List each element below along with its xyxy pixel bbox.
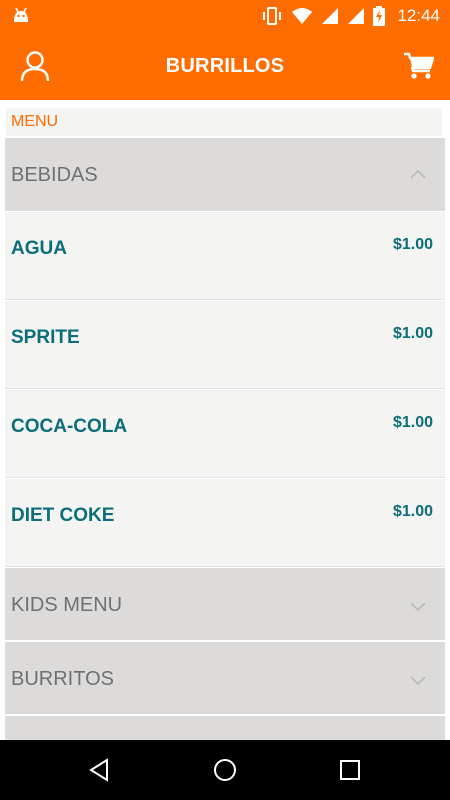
category-title: BEBIDAS (11, 164, 98, 186)
item-name: SPRITE (11, 327, 80, 348)
category-burritos[interactable]: BURRITOS (5, 642, 445, 714)
wifi-icon (292, 8, 313, 24)
item-name: DIET COKE (11, 505, 115, 526)
category-next[interactable] (5, 716, 445, 740)
chevron-up-icon[interactable] (409, 168, 427, 180)
category-bebidas[interactable]: BEBIDAS (5, 138, 445, 211)
android-icon (14, 7, 28, 22)
navigation-bar (0, 740, 450, 800)
item-price: $1.00 (392, 414, 433, 431)
status-clock: 12:44 (397, 6, 440, 25)
category-title: KIDS MENU (11, 594, 123, 616)
cart-icon[interactable] (404, 52, 434, 80)
item-price: $1.00 (392, 236, 433, 253)
menu-item-coca-cola[interactable]: COCA-COLA $1.00 (5, 390, 445, 478)
signal-icon (322, 8, 339, 24)
menu-content[interactable]: MENU BEBIDAS AGUA $1.00 SPRITE $1.00 COC… (0, 100, 450, 740)
category-title: BURRITOS (11, 668, 114, 690)
recents-icon[interactable] (337, 757, 363, 783)
item-name: COCA-COLA (11, 416, 128, 437)
vibrate-icon (263, 7, 282, 25)
menu-item-agua[interactable]: AGUA $1.00 (5, 212, 445, 300)
chevron-down-icon[interactable] (409, 674, 427, 686)
menu-item-diet-coke[interactable]: DIET COKE $1.00 (5, 479, 445, 567)
back-icon[interactable] (87, 757, 113, 783)
battery-charging-icon (373, 6, 386, 26)
category-kids-menu[interactable]: KIDS MENU (5, 568, 445, 640)
chevron-down-icon[interactable] (409, 600, 427, 612)
status-bar: 12:44 (0, 0, 450, 32)
menu-section-header: MENU (6, 108, 442, 136)
menu-item-sprite[interactable]: SPRITE $1.00 (5, 301, 445, 389)
page-title: BURRILLOS (165, 55, 285, 77)
signal-icon (348, 8, 365, 24)
menu-label: MENU (11, 113, 59, 130)
home-icon[interactable] (212, 757, 238, 783)
item-price: $1.00 (392, 503, 433, 520)
app-bar: BURRILLOS (0, 32, 450, 100)
item-price: $1.00 (392, 325, 433, 342)
item-name: AGUA (11, 238, 67, 259)
